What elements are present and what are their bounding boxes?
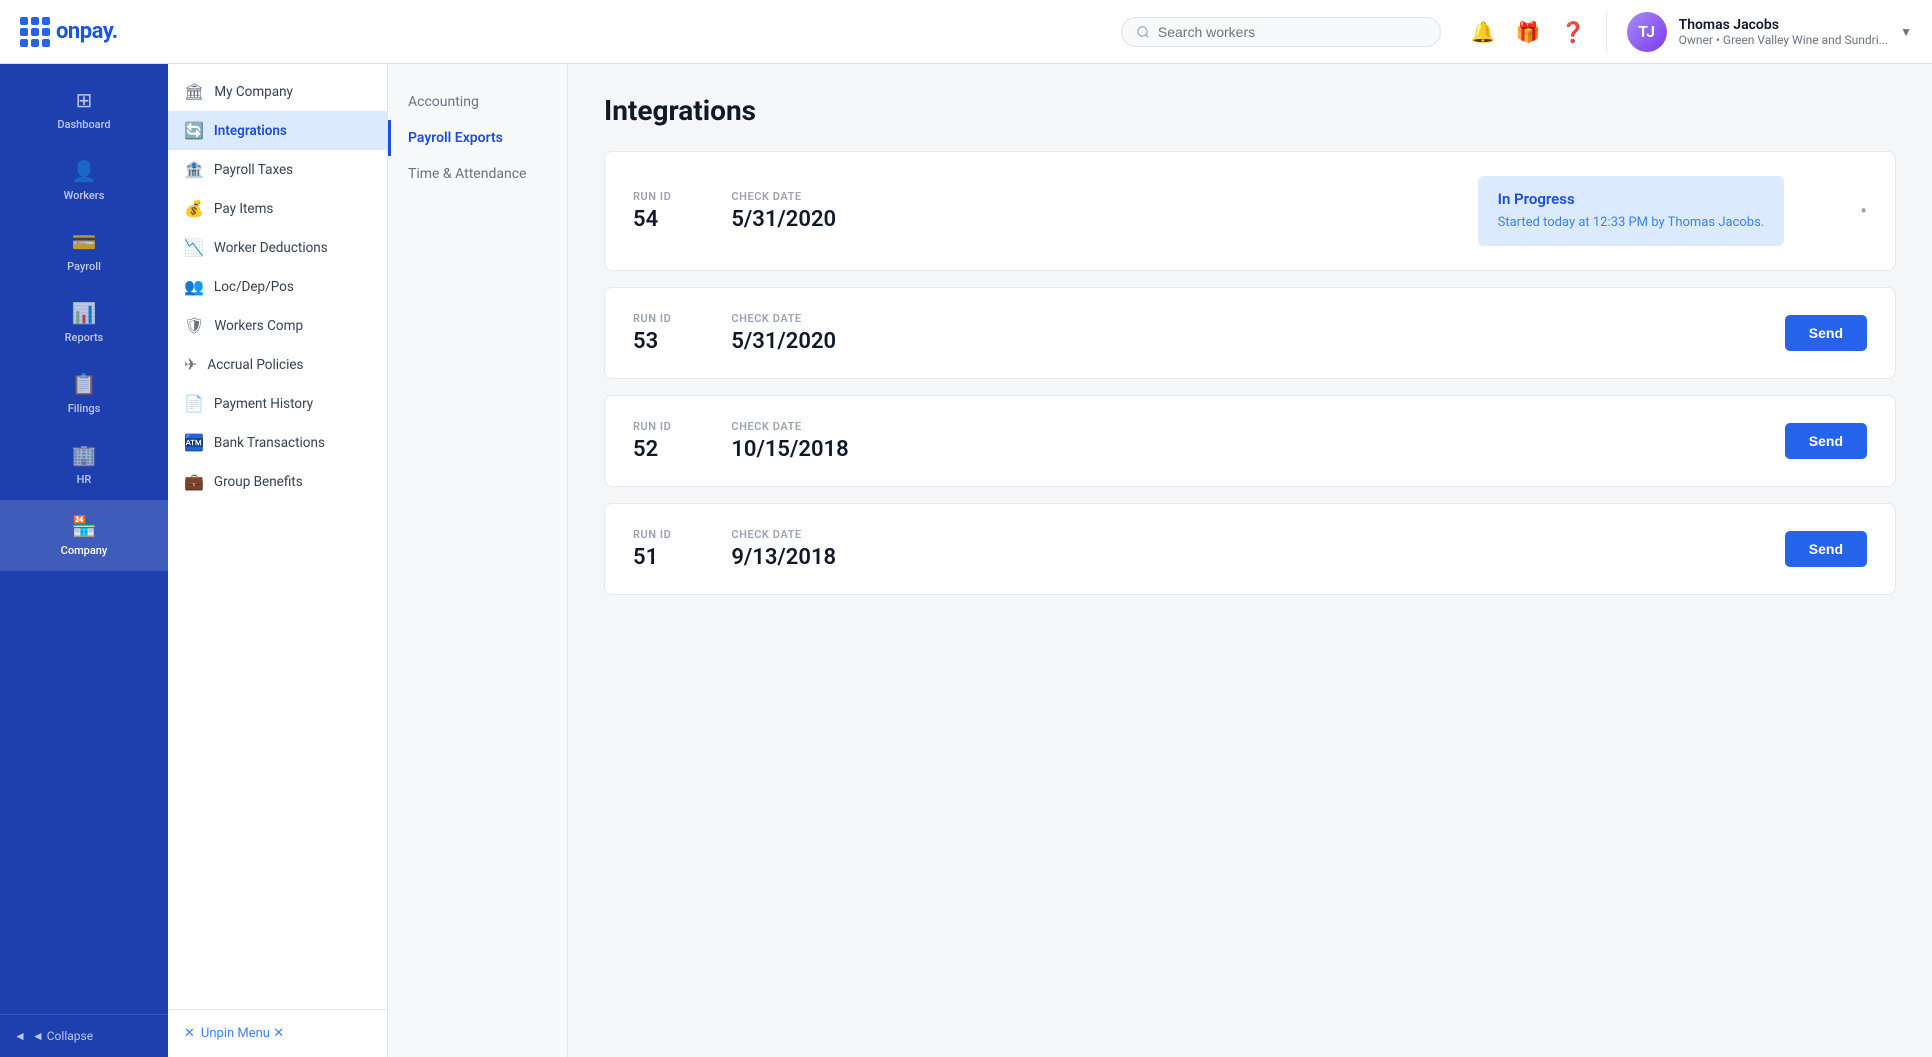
payroll-icon: 💳 xyxy=(72,230,97,254)
check-date-field-54: CHECK DATE 5/31/2020 xyxy=(731,190,836,232)
integrations-icon: 🔄 xyxy=(184,121,204,140)
sidebar-item-filings[interactable]: 📋 Filings xyxy=(0,358,168,429)
card-54-menu-icon[interactable]: • xyxy=(1860,199,1867,223)
logo[interactable]: onpay. xyxy=(20,17,118,47)
export-card-51: RUN ID 51 CHECK DATE 9/13/2018 Send xyxy=(604,503,1896,595)
help-icon[interactable]: ❓ xyxy=(1561,20,1586,44)
logo-text: onpay. xyxy=(56,19,118,44)
notifications-icon[interactable]: 🔔 xyxy=(1471,20,1496,44)
secondary-nav: 🏛 My Company 🔄 Integrations 🏦 Payroll Ta… xyxy=(168,64,387,1009)
header-actions: 🔔 🎁 ❓ xyxy=(1471,20,1586,44)
run-id-field-52: RUN ID 52 xyxy=(633,420,671,462)
secondary-nav-bank-transactions[interactable]: 🏧 Bank Transactions xyxy=(168,423,387,462)
sidebar-item-company[interactable]: 🏪 Company xyxy=(0,500,168,571)
content-tabs: Accounting Payroll Exports Time & Attend… xyxy=(388,64,568,1057)
primary-sidebar: ⊞ Dashboard 👤 Workers 💳 Payroll 📊 Report… xyxy=(0,64,168,1057)
gift-icon[interactable]: 🎁 xyxy=(1516,20,1541,44)
my-company-icon: 🏛 xyxy=(184,82,204,101)
sidebar-item-reports[interactable]: 📊 Reports xyxy=(0,287,168,358)
user-info: Thomas Jacobs Owner • Green Valley Wine … xyxy=(1679,17,1889,47)
in-progress-badge: In Progress Started today at 12:33 PM by… xyxy=(1478,176,1785,246)
chevron-down-icon: ▼ xyxy=(1900,25,1912,39)
unpin-menu-button[interactable]: ✕ Unpin Menu ✕ xyxy=(168,1009,387,1057)
bank-transactions-icon: 🏧 xyxy=(184,433,204,452)
secondary-nav-integrations[interactable]: 🔄 Integrations xyxy=(168,111,387,150)
sidebar-item-payroll[interactable]: 💳 Payroll xyxy=(0,216,168,287)
workers-comp-icon: 🛡 xyxy=(184,316,204,335)
app-body: ⊞ Dashboard 👤 Workers 💳 Payroll 📊 Report… xyxy=(0,64,1932,1057)
dashboard-icon: ⊞ xyxy=(76,88,93,112)
send-button-53[interactable]: Send xyxy=(1785,315,1867,351)
in-progress-status: In Progress Started today at 12:33 PM by… xyxy=(1478,176,1785,246)
page-title: Integrations xyxy=(604,94,1896,127)
avatar: TJ xyxy=(1627,12,1667,52)
run-id-field-54: RUN ID 54 xyxy=(633,190,671,232)
send-button-52[interactable]: Send xyxy=(1785,423,1867,459)
secondary-nav-group-benefits[interactable]: 💼 Group Benefits xyxy=(168,462,387,501)
workers-icon: 👤 xyxy=(72,159,97,183)
check-date-field-52: CHECK DATE 10/15/2018 xyxy=(731,420,848,462)
collapse-icon: ◄ xyxy=(14,1029,26,1043)
secondary-nav-payment-history[interactable]: 📄 Payment History xyxy=(168,384,387,423)
loc-dep-pos-icon: 👥 xyxy=(184,277,204,296)
secondary-nav-my-company[interactable]: 🏛 My Company xyxy=(168,72,387,111)
hr-icon: 🏢 xyxy=(72,443,97,467)
export-card-54: RUN ID 54 CHECK DATE 5/31/2020 In Progre… xyxy=(604,151,1896,271)
sidebar-item-dashboard[interactable]: ⊞ Dashboard xyxy=(0,74,168,145)
send-button-51[interactable]: Send xyxy=(1785,531,1867,567)
secondary-nav-pay-items[interactable]: 💰 Pay Items xyxy=(168,189,387,228)
unpin-icon: ✕ xyxy=(184,1026,195,1041)
tab-time-attendance[interactable]: Time & Attendance xyxy=(388,156,567,192)
check-date-field-51: CHECK DATE 9/13/2018 xyxy=(731,528,836,570)
worker-deductions-icon: 📉 xyxy=(184,238,204,257)
main-content: Accounting Payroll Exports Time & Attend… xyxy=(388,64,1932,1057)
app-header: onpay. 🔔 🎁 ❓ TJ Thomas Jacobs Owner • Gr… xyxy=(0,0,1932,64)
company-icon: 🏪 xyxy=(72,514,97,538)
pay-items-icon: 💰 xyxy=(184,199,204,218)
search-bar[interactable] xyxy=(1121,17,1441,47)
secondary-nav-loc-dep-pos[interactable]: 👥 Loc/Dep/Pos xyxy=(168,267,387,306)
run-id-field-51: RUN ID 51 xyxy=(633,528,671,570)
export-card-52: RUN ID 52 CHECK DATE 10/15/2018 Send xyxy=(604,395,1896,487)
search-input[interactable] xyxy=(1158,24,1426,40)
user-name: Thomas Jacobs xyxy=(1679,17,1889,33)
secondary-nav-worker-deductions[interactable]: 📉 Worker Deductions xyxy=(168,228,387,267)
payment-history-icon: 📄 xyxy=(184,394,204,413)
run-id-field-53: RUN ID 53 xyxy=(633,312,671,354)
search-icon xyxy=(1136,25,1150,39)
check-date-field-53: CHECK DATE 5/31/2020 xyxy=(731,312,836,354)
group-benefits-icon: 💼 xyxy=(184,472,204,491)
secondary-nav-workers-comp[interactable]: 🛡 Workers Comp xyxy=(168,306,387,345)
tab-payroll-exports[interactable]: Payroll Exports xyxy=(388,120,567,156)
logo-icon xyxy=(20,17,50,47)
sidebar-item-workers[interactable]: 👤 Workers xyxy=(0,145,168,216)
secondary-sidebar: 🏛 My Company 🔄 Integrations 🏦 Payroll Ta… xyxy=(168,64,388,1057)
export-card-53: RUN ID 53 CHECK DATE 5/31/2020 Send xyxy=(604,287,1896,379)
accrual-policies-icon: ✈ xyxy=(184,355,197,374)
primary-nav: ⊞ Dashboard 👤 Workers 💳 Payroll 📊 Report… xyxy=(0,64,168,1014)
secondary-nav-accrual-policies[interactable]: ✈ Accrual Policies xyxy=(168,345,387,384)
filings-icon: 📋 xyxy=(72,372,97,396)
sidebar-item-hr[interactable]: 🏢 HR xyxy=(0,429,168,500)
secondary-nav-payroll-taxes[interactable]: 🏦 Payroll Taxes xyxy=(168,150,387,189)
reports-icon: 📊 xyxy=(72,301,97,325)
user-role: Owner • Green Valley Wine and Sundri... xyxy=(1679,33,1889,47)
main-panel: Integrations RUN ID 54 CHECK DATE 5/31/2… xyxy=(568,64,1932,1057)
collapse-sidebar-button[interactable]: ◄ ◄ Collapse xyxy=(0,1014,168,1057)
payroll-taxes-icon: 🏦 xyxy=(184,160,204,179)
tab-accounting[interactable]: Accounting xyxy=(388,84,567,120)
user-section[interactable]: TJ Thomas Jacobs Owner • Green Valley Wi… xyxy=(1606,12,1912,52)
